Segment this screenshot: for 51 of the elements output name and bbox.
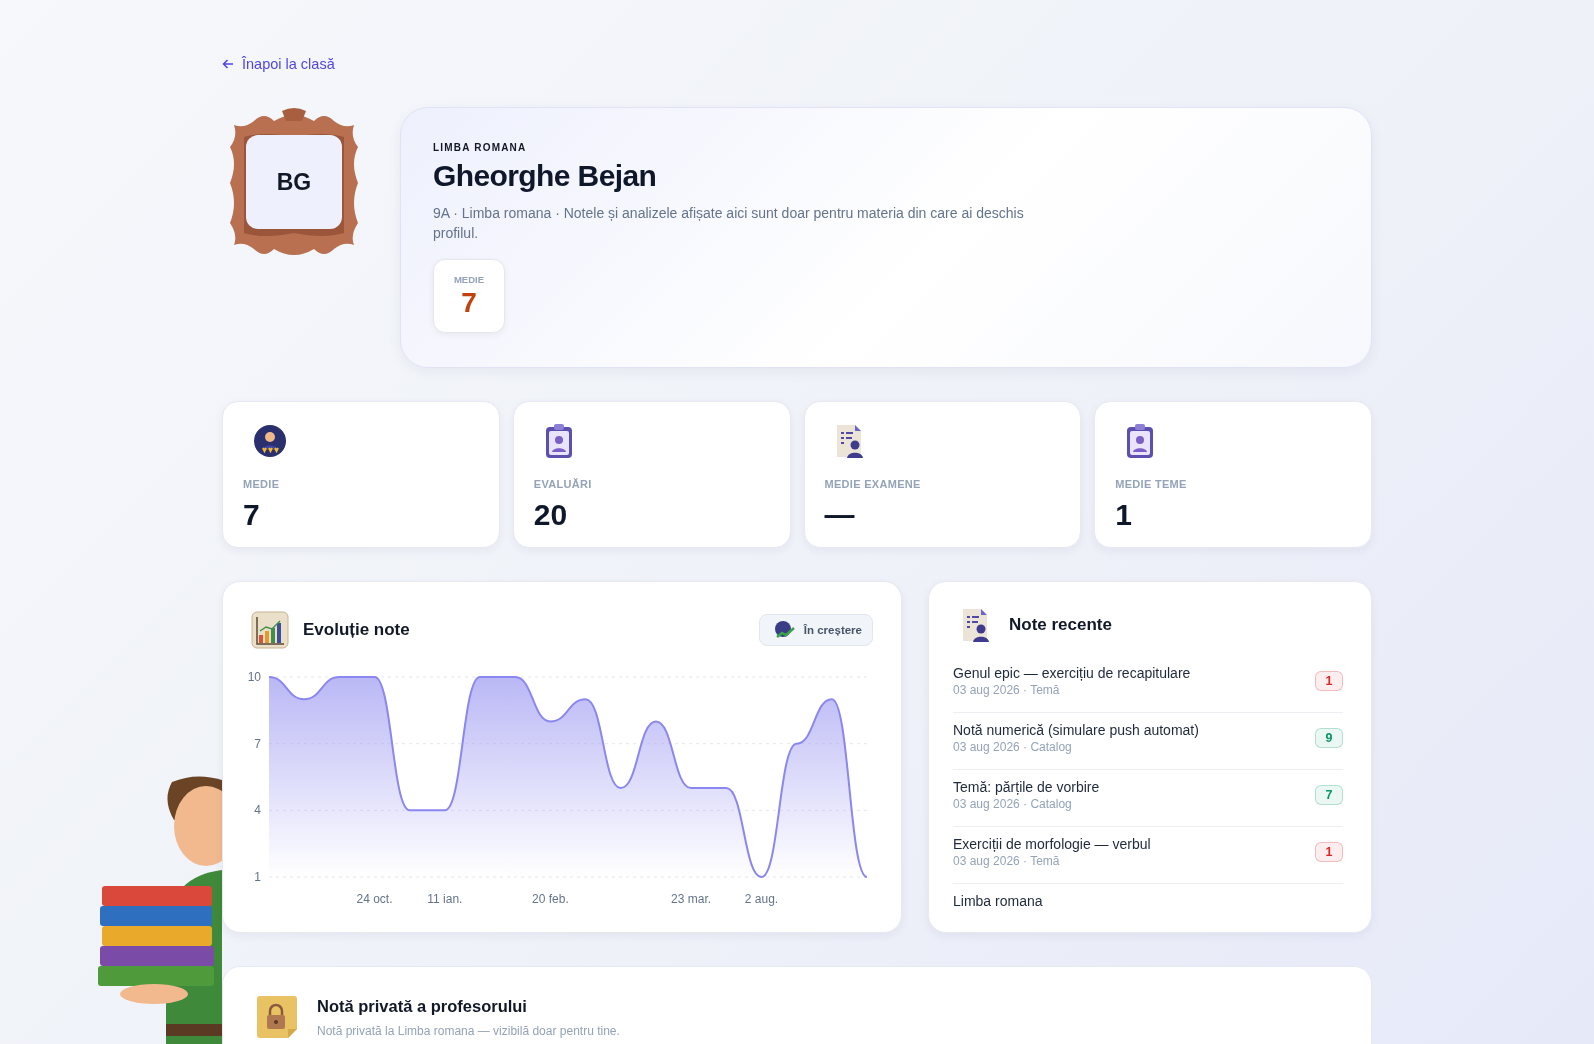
- y-tick-label: 1: [254, 870, 261, 884]
- document-icon: [961, 607, 991, 643]
- subject-label: LIMBA ROMANA: [433, 142, 528, 153]
- stat-label: MEDIE EXAMENE: [824, 478, 922, 490]
- grade-badge: 1: [1315, 671, 1343, 691]
- grade-title: Temă: părțile de vorbire: [953, 779, 1101, 795]
- stat-value: —: [824, 498, 856, 532]
- lock-note-icon: [255, 995, 297, 1039]
- grade-meta: 03 aug 2026 · Temă: [953, 683, 1061, 697]
- clipboard-icon: [1125, 423, 1156, 459]
- average-label: MEDIE: [453, 274, 485, 285]
- bar-chart-icon: [251, 611, 289, 649]
- globe-trend-icon: [773, 620, 796, 640]
- y-tick-label: 7: [254, 736, 261, 751]
- card-title: Note recente: [1009, 615, 1112, 635]
- student-name: Gheorghe Bejan: [433, 159, 658, 193]
- average-value: 7: [461, 287, 477, 319]
- grade-badge: 9: [1315, 728, 1343, 748]
- stat-value: 1: [1115, 498, 1133, 532]
- back-link[interactable]: Înapoi la clasă: [222, 56, 335, 72]
- profile-description: 9A · Limba romana · Notele și analizele afișate aici sunt doar pentru materia din care ai deschis profilul.: [433, 204, 1025, 243]
- stat-value: 20: [533, 498, 569, 532]
- avatar-initials: BG: [246, 135, 342, 229]
- stat-label: EVALUĂRI: [533, 478, 593, 490]
- x-tick-label: 20 feb.: [532, 892, 569, 906]
- x-tick-label: 23 mar.: [671, 892, 712, 906]
- grade-title: Limba romana: [953, 893, 1044, 909]
- grade-badge: 7: [1315, 785, 1343, 805]
- grade-meta: 03 aug 2026 · Catalog: [953, 797, 1073, 811]
- grade-title: Notă numerică (simulare push automat): [953, 722, 1200, 738]
- stat-value: 7: [243, 498, 261, 532]
- trend-badge: În creștere: [758, 614, 873, 646]
- y-tick-label: 4: [254, 803, 261, 818]
- document-icon: [834, 423, 865, 459]
- medal-icon: [253, 424, 287, 458]
- grade-meta: 03 aug 2026 · Catalog: [953, 740, 1073, 754]
- grade-badge: 1: [1315, 842, 1343, 862]
- grade-title: Genul epic — exercițiu de recapitulare: [953, 665, 1192, 681]
- x-tick-label: 2 aug.: [744, 892, 779, 906]
- clipboard-icon: [543, 423, 574, 459]
- stat-label: MEDIE: [243, 478, 281, 490]
- back-arrow-icon: [222, 58, 234, 70]
- grade-title: Exerciții de morfologie — verbul: [953, 836, 1152, 852]
- grade-meta: 03 aug 2026 · Temă: [953, 854, 1061, 868]
- x-tick-label: 24 oct.: [356, 892, 393, 906]
- note-title: Notă privată a profesorului: [317, 997, 528, 1016]
- note-subtitle: Notă privată la Limba romana — vizibilă doar pentru tine.: [317, 1024, 620, 1038]
- x-tick-label: 11 ian.: [427, 892, 463, 906]
- card-title: Evoluție note: [303, 620, 411, 640]
- y-tick-label: 10: [247, 670, 261, 684]
- stat-label: MEDIE TEME: [1115, 478, 1188, 490]
